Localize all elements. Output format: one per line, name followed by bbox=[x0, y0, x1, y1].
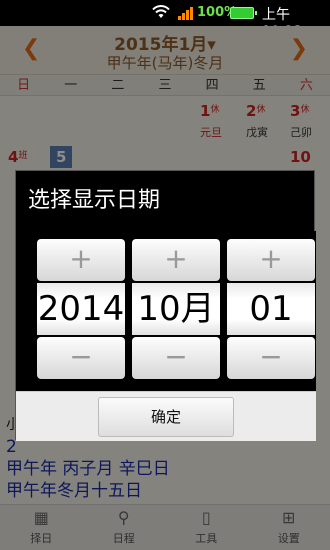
dialog-title: 选择显示日期 bbox=[16, 171, 314, 231]
day-picker: + 01 − bbox=[227, 239, 315, 379]
day-decrement-button[interactable]: − bbox=[227, 337, 315, 379]
dialog-actions: 确定 bbox=[16, 391, 316, 441]
day-value[interactable]: 01 bbox=[227, 283, 315, 335]
battery-icon bbox=[230, 7, 257, 19]
month-value[interactable]: 10月 bbox=[132, 283, 220, 335]
date-picker-dialog: 选择显示日期 + 2014 − + 10月 − + 01 − 确定 bbox=[15, 170, 316, 441]
year-picker: + 2014 − bbox=[37, 239, 125, 379]
month-picker: + 10月 − bbox=[132, 239, 220, 379]
confirm-button[interactable]: 确定 bbox=[98, 397, 234, 437]
month-decrement-button[interactable]: − bbox=[132, 337, 220, 379]
month-increment-button[interactable]: + bbox=[132, 239, 220, 281]
date-pickers: + 2014 − + 10月 − + 01 − bbox=[16, 231, 316, 391]
signal-icon bbox=[178, 7, 193, 20]
year-increment-button[interactable]: + bbox=[37, 239, 125, 281]
year-value[interactable]: 2014 bbox=[37, 283, 125, 335]
year-decrement-button[interactable]: − bbox=[37, 337, 125, 379]
wifi-icon bbox=[152, 5, 170, 18]
day-increment-button[interactable]: + bbox=[227, 239, 315, 281]
status-bar: 100% 上午 10:23 bbox=[0, 0, 330, 40]
